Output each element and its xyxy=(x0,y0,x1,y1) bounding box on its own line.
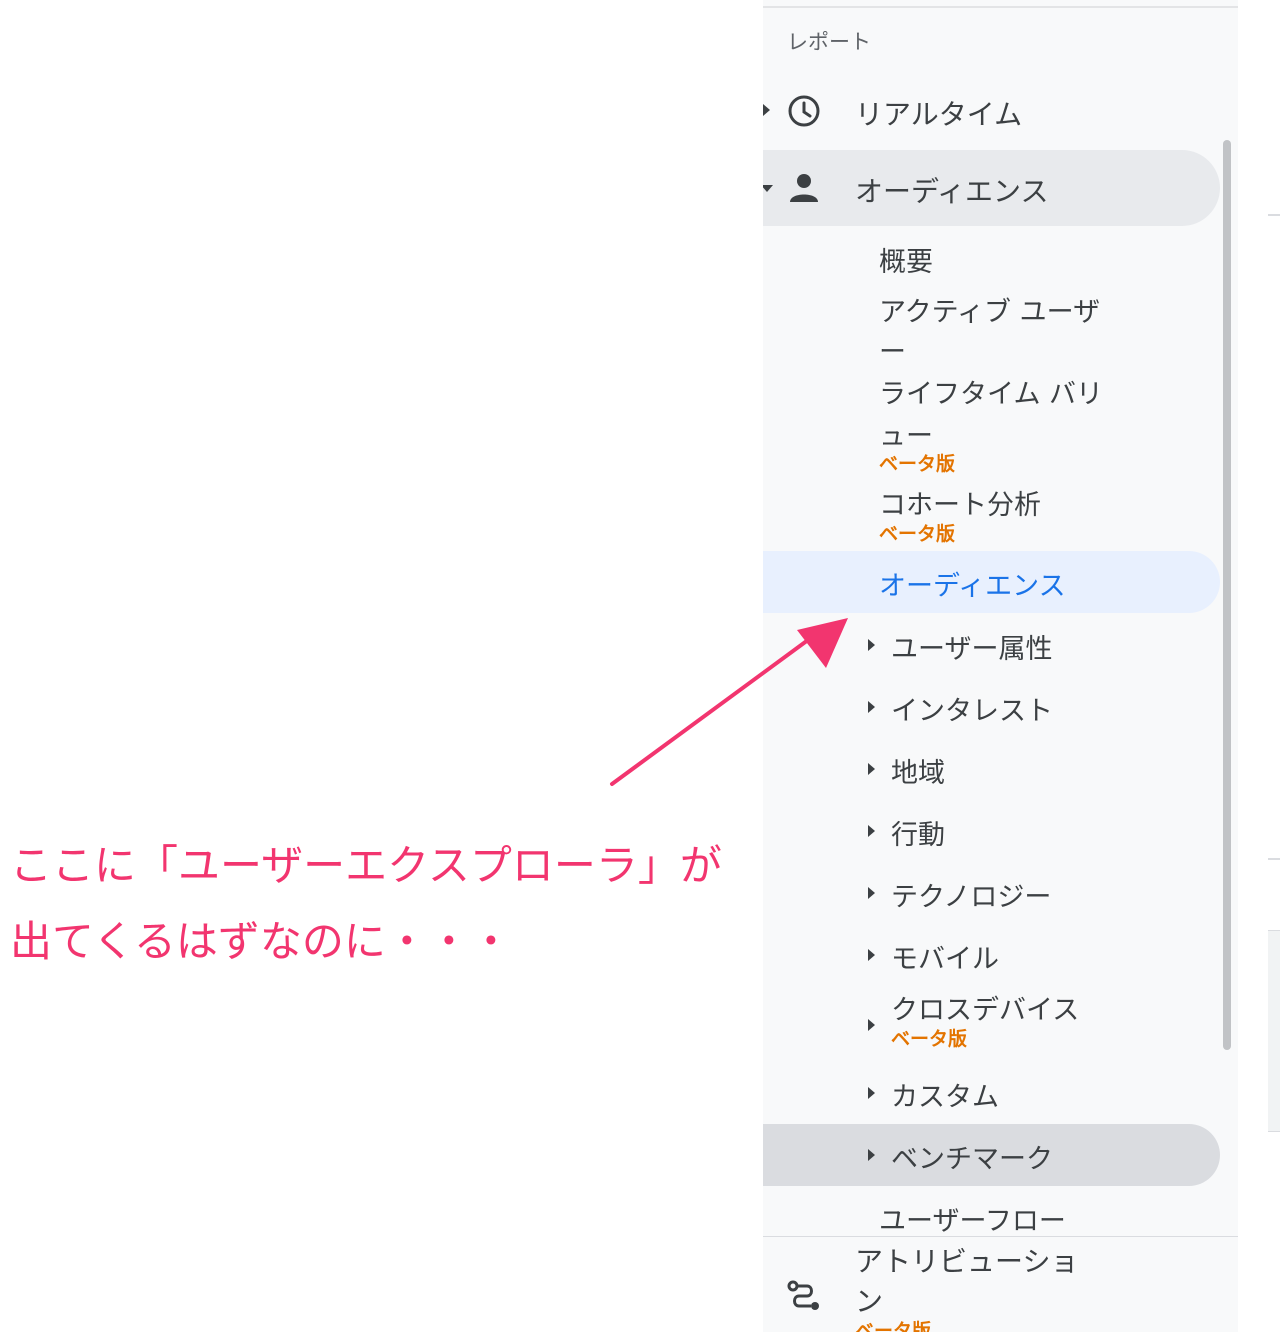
annotation-arrow xyxy=(610,618,848,786)
annotation-text-line1: ここに「ユーザーエクスプローラ」が xyxy=(10,841,722,890)
annotation-text-line2: 出てくるはずなのに・・・ xyxy=(10,917,512,966)
